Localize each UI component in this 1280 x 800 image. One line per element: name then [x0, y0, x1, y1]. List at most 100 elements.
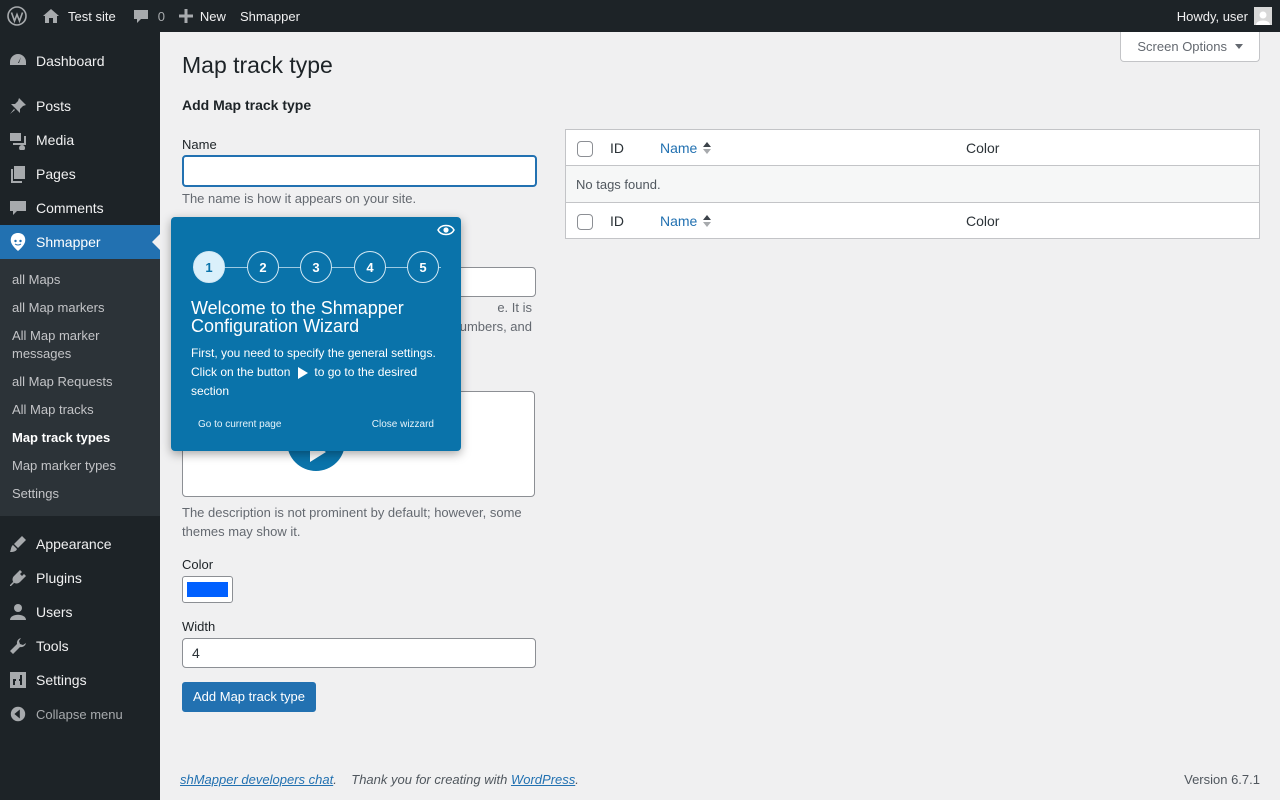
pages-icon [0, 164, 36, 184]
shmapper-bar-link[interactable]: Shmapper [233, 0, 307, 32]
comments-count: 0 [157, 8, 165, 24]
wizard-step-1[interactable]: 1 [193, 251, 225, 283]
menu-posts[interactable]: Posts [0, 89, 160, 123]
table-row: No tags found. [566, 166, 1259, 202]
color-swatch [187, 582, 228, 597]
width-label: Width [182, 619, 216, 634]
media-icon [0, 130, 36, 150]
wizard-step-2[interactable]: 2 [247, 251, 279, 283]
shmapper-submenu: all Maps all Map markers All Map marker … [0, 259, 160, 516]
submenu-all-map-markers[interactable]: all Map markers [0, 294, 160, 322]
column-name-label-footer: Name [660, 212, 698, 229]
screen-options-button[interactable]: Screen Options [1120, 32, 1260, 62]
submenu-all-maps[interactable]: all Maps [0, 266, 160, 294]
site-name-link[interactable]: Test site [34, 0, 123, 32]
pin-icon [0, 96, 36, 116]
howdy-text: Howdy, user [1176, 8, 1248, 24]
wizard-steps: 1 2 3 4 5 [193, 251, 441, 283]
menu-comments-label: Comments [36, 200, 104, 216]
shmapper-bar-label: Shmapper [239, 8, 300, 24]
column-name-label: Name [660, 139, 698, 156]
caret-down-icon [1235, 44, 1243, 49]
user-icon [0, 602, 36, 622]
wrench-icon [0, 636, 36, 656]
menu-shmapper[interactable]: Shmapper [0, 225, 160, 259]
wizard-title: Welcome to the Shmapper Configuration Wi… [191, 298, 404, 336]
menu-users[interactable]: Users [0, 595, 160, 629]
name-input[interactable] [182, 155, 537, 187]
column-name-sort-footer[interactable]: Name [660, 213, 966, 229]
add-term-form: Add Map track type Name The name is how … [182, 97, 537, 712]
collapse-icon [0, 705, 36, 723]
menu-users-label: Users [36, 604, 73, 620]
column-id-footer: ID [610, 212, 624, 229]
name-field-group: Name The name is how it appears on your … [182, 137, 537, 208]
color-label: Color [182, 557, 214, 572]
menu-plugins[interactable]: Plugins [0, 561, 160, 595]
wordpress-link[interactable]: WordPress [511, 772, 575, 787]
menu-settings-label: Settings [36, 672, 87, 688]
home-icon [43, 9, 59, 23]
eye-icon[interactable] [437, 224, 455, 239]
menu-settings[interactable]: Settings [0, 663, 160, 697]
dashboard-icon [0, 51, 36, 71]
wizard-text: First, you need to specify the general s… [191, 344, 449, 401]
site-name: Test site [68, 8, 116, 24]
select-all-checkbox[interactable] [577, 140, 593, 157]
menu-appearance[interactable]: Appearance [0, 527, 160, 561]
menu-tools[interactable]: Tools [0, 629, 160, 663]
settings-icon [0, 670, 36, 690]
wizard-step-4[interactable]: 4 [354, 251, 386, 283]
submenu-map-track-types[interactable]: Map track types [0, 424, 160, 452]
menu-dashboard[interactable]: Dashboard [0, 44, 160, 78]
menu-media-label: Media [36, 132, 75, 148]
name-description: The name is how it appears on your site. [182, 191, 417, 206]
developers-chat-link[interactable]: shMapper developers chat [180, 772, 333, 787]
description-help: The description is not prominent by defa… [182, 505, 522, 539]
submenu-all-map-marker-messages[interactable]: All Map marker messages [0, 322, 160, 368]
submenu-map-marker-types[interactable]: Map marker types [0, 452, 160, 480]
color-picker-button[interactable] [182, 576, 233, 603]
menu-media[interactable]: Media [0, 123, 160, 157]
admin-sidebar: Dashboard Posts Media Pages Comments Shm… [0, 32, 160, 800]
my-account-link[interactable]: Howdy, user [1170, 0, 1280, 32]
comments-link[interactable]: 0 [123, 0, 172, 32]
add-map-track-type-button[interactable]: Add Map track type [182, 682, 316, 712]
menu-comments[interactable]: Comments [0, 191, 160, 225]
submenu-all-map-requests[interactable]: all Map Requests [0, 368, 160, 396]
form-heading: Add Map track type [182, 97, 312, 113]
new-label: New [199, 8, 226, 24]
collapse-menu-button[interactable]: Collapse menu [0, 697, 160, 731]
column-id: ID [610, 139, 624, 156]
footer-thanks: shMapper developers chat. Thank you for … [180, 772, 579, 787]
wordpress-logo-icon[interactable] [0, 0, 34, 32]
name-label: Name [182, 137, 217, 152]
wizard-step-5[interactable]: 5 [407, 251, 439, 283]
close-wizard-link[interactable]: Close wizzard [372, 419, 434, 430]
wizard-step-3[interactable]: 3 [300, 251, 332, 283]
width-field-group: Width [182, 619, 536, 668]
menu-posts-label: Posts [36, 98, 72, 114]
screen-options-label: Screen Options [1137, 39, 1227, 54]
menu-appearance-label: Appearance [36, 536, 112, 552]
brush-icon [0, 534, 36, 554]
admin-bar: Test site 0 New Shmapper Howdy, user [0, 0, 1280, 32]
new-content-link[interactable]: New [172, 0, 233, 32]
comment-icon [0, 198, 36, 218]
version-text: Version 6.7.1 [1184, 772, 1260, 787]
page-title: Map track type [182, 52, 333, 78]
avatar [1254, 7, 1272, 25]
menu-pages-label: Pages [36, 166, 76, 182]
select-all-checkbox-footer[interactable] [577, 213, 593, 230]
sort-arrows-icon [703, 141, 712, 154]
sort-arrows-icon [703, 214, 712, 227]
go-to-current-page-link[interactable]: Go to current page [198, 419, 281, 430]
no-items-text: No tags found. [576, 176, 661, 192]
slug-description-line1: e. It is [497, 300, 532, 315]
menu-dashboard-label: Dashboard [36, 53, 105, 69]
menu-pages[interactable]: Pages [0, 157, 160, 191]
submenu-all-map-tracks[interactable]: All Map tracks [0, 396, 160, 424]
width-input[interactable] [182, 638, 536, 668]
column-name-sort[interactable]: Name [660, 140, 966, 156]
submenu-settings[interactable]: Settings [0, 480, 160, 508]
